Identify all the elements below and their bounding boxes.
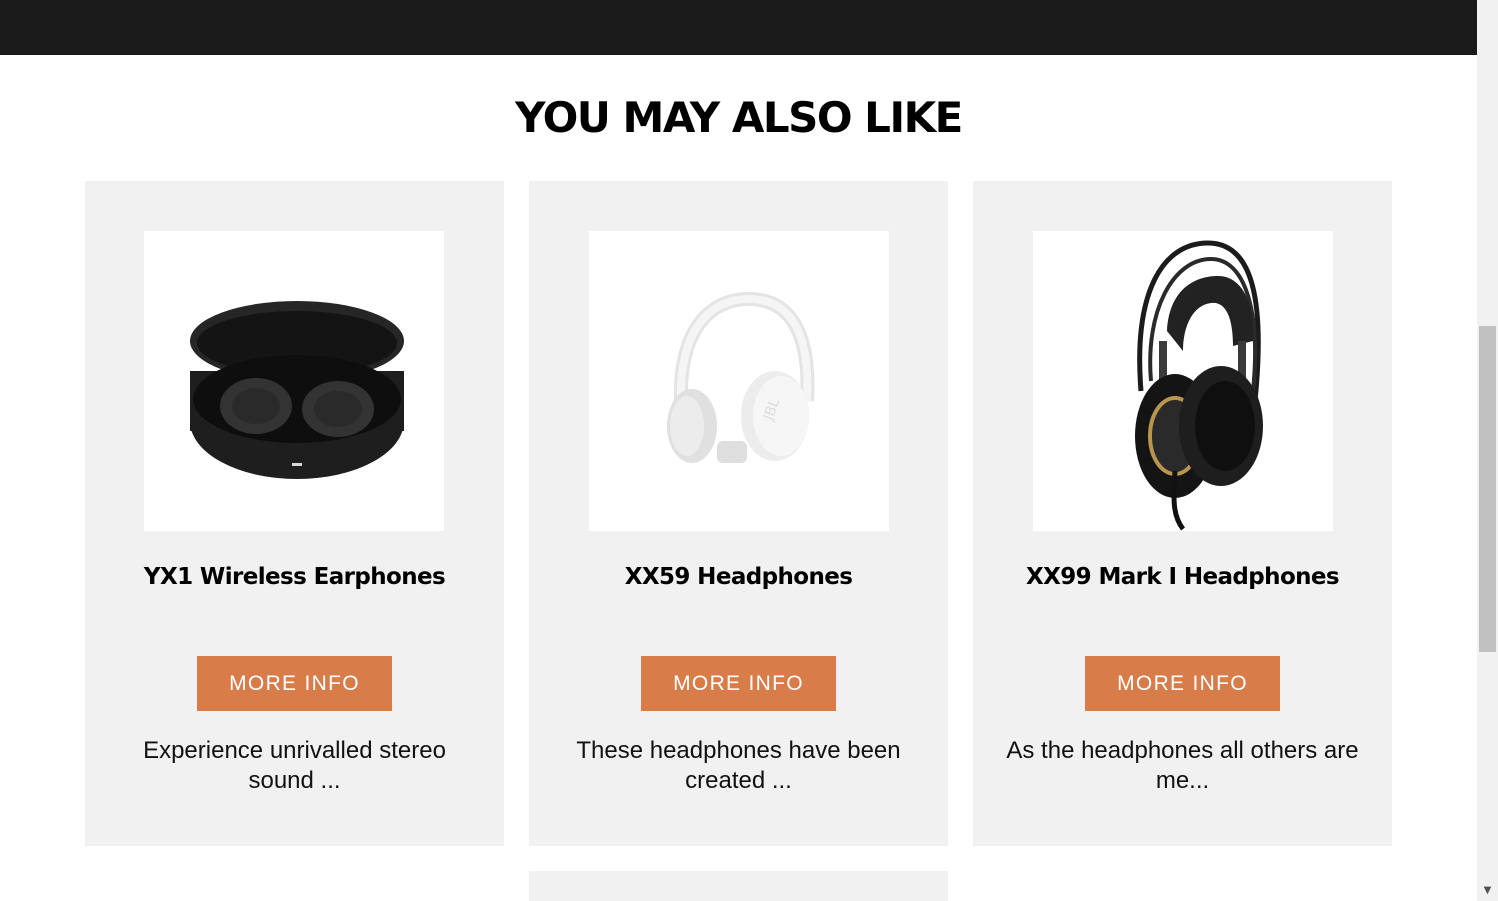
product-image-black-headphones <box>1033 231 1333 531</box>
product-image-earbuds <box>144 231 444 531</box>
product-card-yx1: YX1 Wireless Earphones MORE INFO Experie… <box>85 181 504 846</box>
product-card-xx99-mark-i: XX99 Mark I Headphones MORE INFO As the … <box>973 181 1392 846</box>
top-navigation-bar <box>0 0 1477 55</box>
more-info-button[interactable]: MORE INFO <box>1085 656 1280 711</box>
product-name: XX99 Mark I Headphones <box>1025 564 1340 590</box>
earbuds-case-icon <box>190 301 404 479</box>
product-description: These headphones have been created ... <box>576 737 901 794</box>
product-card-partial <box>529 871 948 901</box>
product-name: YX1 Wireless Earphones <box>143 564 446 590</box>
black-gold-headphones-icon <box>1135 240 1263 531</box>
more-info-button[interactable]: MORE INFO <box>197 656 392 711</box>
product-name: XX59 Headphones <box>624 564 853 590</box>
product-image-white-headphones: JBL <box>589 231 889 531</box>
product-description: Experience unrivalled stereo sound ... <box>143 737 446 794</box>
product-card-xx59: JBL XX59 Headphones MORE INFO These head… <box>529 181 948 846</box>
scrollbar-thumb[interactable] <box>1479 326 1496 652</box>
vertical-scrollbar[interactable]: ▼ <box>1477 0 1498 901</box>
more-info-button[interactable]: MORE INFO <box>641 656 836 711</box>
white-headphones-icon: JBL <box>667 291 815 463</box>
section-title: YOU MAY ALSO LIKE <box>515 93 963 142</box>
scroll-down-arrow-icon[interactable]: ▼ <box>1477 881 1498 901</box>
product-description: As the headphones all others are me... <box>1006 737 1359 794</box>
